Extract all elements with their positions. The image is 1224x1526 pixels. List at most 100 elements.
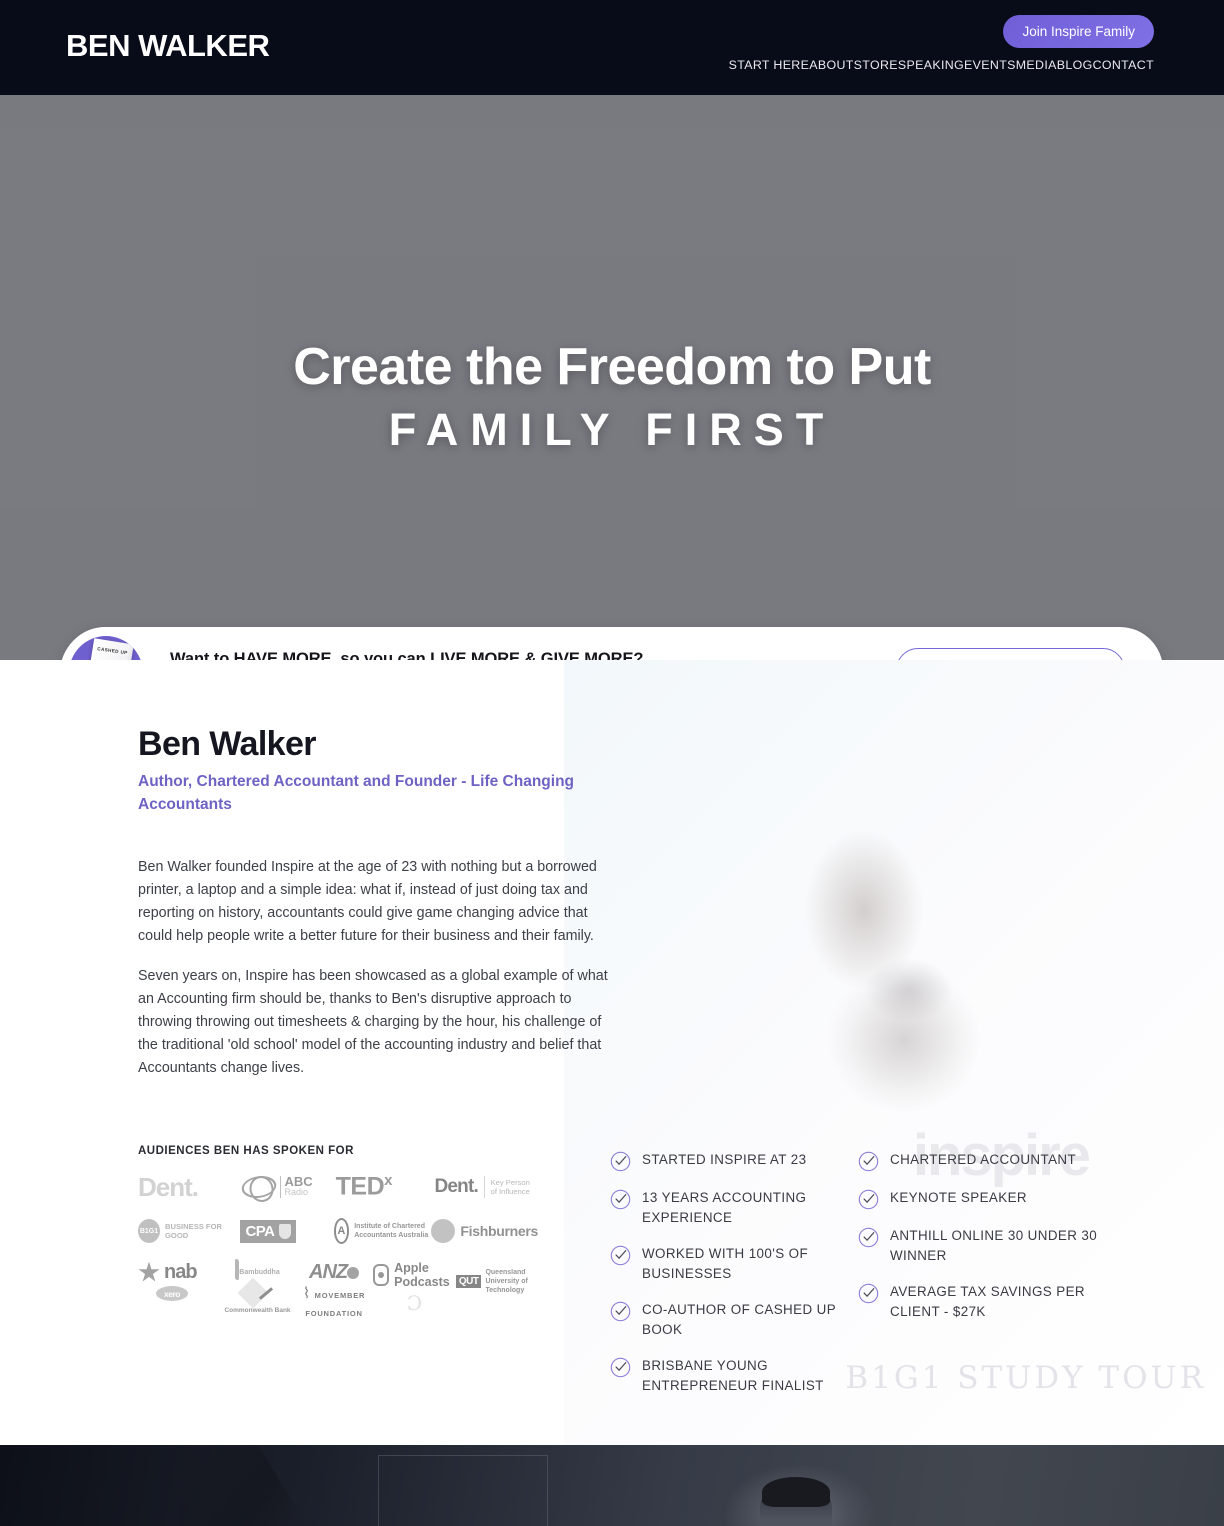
check-circle-icon — [610, 1357, 631, 1378]
logos-row-1: Dent. ABC Radio TEDx Dent. Key Person of… — [138, 1165, 538, 1209]
nav-item-start-here[interactable]: START HERE — [729, 58, 810, 72]
ica-badge-icon: A — [333, 1218, 350, 1244]
nav-item-store[interactable]: STORE — [854, 58, 898, 72]
cta-headline: Want to HAVE MORE, so you can LIVE MORE … — [170, 649, 644, 661]
dent-kpi-text: Dent. — [434, 1176, 478, 1197]
logos-section-label: AUDIENCES BEN HAS SPOKEN FOR — [138, 1145, 354, 1157]
bio-section: inspire B1G1 STUDY TOUR Ben Walker Autho… — [0, 660, 1224, 1445]
movember-moustache-icon: ⌇ — [302, 1285, 311, 1302]
logo-dent: Dent. — [138, 1167, 242, 1207]
movember-text: MOVEMBER FOUNDATION — [305, 1291, 366, 1318]
cta-text-block: Want to HAVE MORE, so you can LIVE MORE … — [170, 648, 896, 661]
check-circle-icon — [610, 1189, 631, 1210]
logo-tedx: TEDx — [336, 1167, 435, 1207]
logo-dent-text: Dent. — [138, 1171, 199, 1202]
site-header: BEN WALKER Join Inspire Family START HER… — [0, 0, 1224, 95]
nav-item-media[interactable]: MEDIA — [1016, 58, 1057, 72]
achievement-label: CHARTERED ACCOUNTANT — [890, 1152, 1077, 1167]
nab-star-icon — [138, 1261, 160, 1282]
anz-dot-icon — [347, 1266, 360, 1279]
logo-qut: QUT Queensland University of Technology — [455, 1261, 538, 1301]
bio-paragraph-1: Ben Walker founded Inspire at the age of… — [138, 859, 597, 944]
nav-item-contact[interactable]: CONTACT — [1093, 58, 1154, 72]
xero-badge: xero — [156, 1286, 188, 1301]
qut-text: Queensland University of Technology — [485, 1268, 528, 1294]
achievement-item: STARTED INSPIRE AT 23 — [610, 1150, 840, 1172]
join-inspire-family-button[interactable]: Join Inspire Family — [1003, 15, 1154, 48]
achievement-label: STARTED INSPIRE AT 23 — [642, 1152, 807, 1167]
logo-dent-kpi: Dent. Key Person of Influence — [434, 1167, 538, 1207]
book-cover-icons — [90, 656, 127, 660]
achievement-label: KEYNOTE SPEAKER — [890, 1190, 1027, 1205]
achievements-column-1: STARTED INSPIRE AT 23 13 YEARS ACCOUNTIN… — [610, 1150, 840, 1412]
check-circle-icon — [610, 1301, 631, 1322]
fishburners-badge-icon — [431, 1219, 456, 1243]
hero-headline-line1: Create the Freedom to Put — [293, 338, 931, 396]
abc-swirl-icon — [238, 1176, 279, 1198]
nav-item-about[interactable]: ABOUT — [809, 58, 853, 72]
bambuddha-text: Bambuddha — [239, 1269, 280, 1276]
dent-kpi-divider — [484, 1176, 485, 1198]
achievement-label: AVERAGE TAX SAVINGS PER CLIENT - $27K — [890, 1284, 1085, 1319]
logo-fishburners: Fishburners — [431, 1211, 538, 1251]
achievement-item: WORKED WITH 100'S OF BUSINESSES — [610, 1244, 840, 1284]
bottom-door-frame — [378, 1455, 548, 1526]
book-cover-title: CASHED UP — [96, 646, 129, 656]
logo-cpa: CPA — [240, 1211, 333, 1251]
check-circle-icon — [858, 1189, 879, 1210]
apple-podcasts-text: Apple Podcasts — [394, 1261, 450, 1289]
fishburners-text: Fishburners — [460, 1223, 538, 1239]
achievement-item: CO-AUTHOR OF CASHED UP BOOK — [610, 1300, 840, 1340]
dent-kpi-sub: Key Person of Influence — [490, 1177, 530, 1197]
hero-section: Create the Freedom to Put FAMILY FIRST C… — [0, 95, 1224, 660]
ica-text: Institute of Chartered Accountants Austr… — [354, 1223, 429, 1239]
logo-b1g1: B1G1 BUSINESS FOR GOOD — [138, 1211, 240, 1251]
check-circle-icon — [858, 1227, 879, 1248]
logo-abc-radio: ABC Radio — [238, 1167, 336, 1207]
check-circle-icon — [858, 1283, 879, 1304]
cpa-shield-icon — [278, 1223, 291, 1239]
logos-row-2: B1G1 BUSINESS FOR GOOD CPA A Institute o… — [138, 1209, 538, 1253]
check-circle-icon — [858, 1151, 879, 1172]
achievement-item: AVERAGE TAX SAVINGS PER CLIENT - $27K — [858, 1282, 1098, 1322]
bottom-wall-shadow — [180, 1445, 310, 1526]
hero-title-block: Create the Freedom to Put FAMILY FIRST — [0, 335, 1224, 461]
nab-text: nab — [164, 1261, 198, 1283]
next-section-preview — [0, 1445, 1224, 1526]
bottom-person-hair — [762, 1477, 830, 1507]
achievement-label: 13 YEARS ACCOUNTING EXPERIENCE — [642, 1190, 807, 1225]
qut-badge: QUT — [455, 1274, 482, 1288]
logo-bambuddha-cba: Bambuddha Commonwealth Bank — [220, 1259, 295, 1314]
tedx-text: TED — [335, 1172, 385, 1201]
logo-nab-xero: nab xero — [138, 1261, 220, 1301]
cta-banner: CASHED UP Want to HAVE MORE, so you can … — [60, 627, 1163, 661]
bio-paragraph-2: Seven years on, Inspire has been showcas… — [138, 968, 608, 1076]
main-navigation: START HERE ABOUT STORE SPEAKING EVENTS M… — [729, 58, 1154, 72]
site-logo[interactable]: BEN WALKER — [66, 28, 270, 64]
achievements-column-2: CHARTERED ACCOUNTANT KEYNOTE SPEAKER ANT… — [858, 1150, 1098, 1338]
nav-item-blog[interactable]: BLOG — [1057, 58, 1093, 72]
achievement-label: CO-AUTHOR OF CASHED UP BOOK — [642, 1302, 836, 1337]
achievement-label: BRISBANE YOUNG ENTREPRENEUR FINALIST — [642, 1358, 824, 1393]
commbank-text: Commonwealth Bank — [224, 1307, 291, 1314]
achievement-item: KEYNOTE SPEAKER — [858, 1188, 1098, 1210]
anz-text: ANZ — [309, 1261, 348, 1283]
bio-name-heading: Ben Walker — [138, 725, 317, 763]
logo-anz-movember: ANZ ⌇ MOVEMBER FOUNDATION — [295, 1261, 373, 1318]
achievement-item: 13 YEARS ACCOUNTING EXPERIENCE — [610, 1188, 840, 1228]
logos-grid: Dent. ABC Radio TEDx Dent. Key Person of… — [138, 1165, 538, 1318]
achievement-item: ANTHILL ONLINE 30 UNDER 30 WINNER — [858, 1226, 1098, 1266]
cpa-text: CPA — [245, 1222, 275, 1240]
nav-item-speaking[interactable]: SPEAKING — [898, 58, 964, 72]
grab-free-pdf-button[interactable]: Grab a free PDF copy now! — [896, 648, 1125, 660]
bio-role-subtitle: Author, Chartered Accountant and Founder… — [138, 773, 575, 813]
check-circle-icon — [610, 1245, 631, 1266]
hero-headline-line2: FAMILY FIRST — [388, 404, 836, 455]
b1g1-text: BUSINESS FOR GOOD — [165, 1221, 222, 1241]
b1g1-badge: B1G1 — [138, 1219, 160, 1243]
logo-apple-podcasts-pilates: Apple Podcasts Ɔ — [373, 1261, 456, 1315]
achievement-label: ANTHILL ONLINE 30 UNDER 30 WINNER — [890, 1228, 1098, 1263]
nav-item-events[interactable]: EVENTS — [964, 58, 1016, 72]
tedx-sup: x — [384, 1172, 392, 1190]
b1g1-study-tour-text: B1G1 STUDY TOUR — [845, 1360, 1206, 1396]
